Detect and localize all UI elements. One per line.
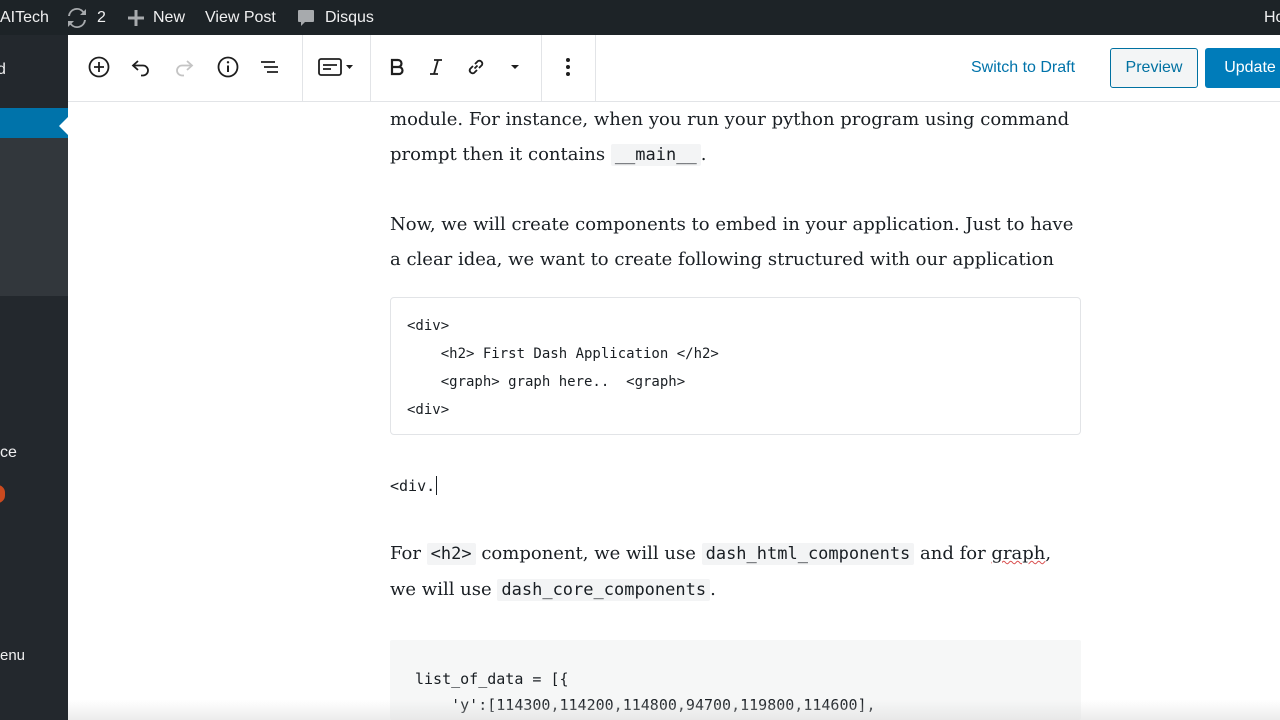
inline-code: dash_html_components xyxy=(701,543,915,565)
new-label: New xyxy=(153,9,186,26)
italic-icon xyxy=(424,55,448,84)
undo-button[interactable] xyxy=(125,53,157,85)
bold-button[interactable] xyxy=(381,53,413,85)
paragraph-text: and for xyxy=(914,543,992,564)
disqus-label: Disqus xyxy=(325,9,374,26)
updates-icon xyxy=(66,7,88,28)
paragraph-line: we will use dash_core_components. xyxy=(390,572,1090,608)
paragraph-line: For <h2> component, we will use dash_htm… xyxy=(390,536,1090,572)
sidebar-item-clipped-top[interactable]: d xyxy=(0,61,6,79)
toolbar-separator xyxy=(595,35,596,101)
toolbar-separator xyxy=(541,35,542,101)
paragraph-block[interactable]: Now, we will create components to embed … xyxy=(390,207,1081,277)
info-icon xyxy=(216,55,240,84)
add-block-button[interactable] xyxy=(83,53,115,85)
active-menu-arrow xyxy=(59,117,68,135)
paragraph-text: we will use xyxy=(390,579,498,600)
sidebar-item-menu[interactable]: enu xyxy=(0,647,25,664)
italic-button[interactable] xyxy=(420,53,452,85)
updates-count: 2 xyxy=(97,9,106,26)
paragraph-text: component, we will use xyxy=(475,543,702,564)
paragraph-text: For xyxy=(390,543,427,564)
admin-bar: AITech 2 New View Post Disqus Ho xyxy=(0,0,1280,35)
link-button[interactable] xyxy=(460,53,492,85)
paragraph-text: . xyxy=(700,144,707,165)
sidebar-submenu xyxy=(0,138,68,296)
paragraph-block[interactable]: For <h2> component, we will use dash_htm… xyxy=(390,536,1090,608)
paragraph-line: module. For instance, when you run your … xyxy=(390,109,1070,130)
inline-code: dash_core_components xyxy=(497,579,711,601)
disqus-link[interactable]: Disqus xyxy=(297,0,374,35)
admin-sidebar: d ce enu xyxy=(0,35,68,720)
add-block-icon xyxy=(87,55,111,84)
updates-link[interactable]: 2 xyxy=(66,0,106,35)
outline-button[interactable] xyxy=(254,53,286,85)
my-account-link[interactable]: Ho xyxy=(1264,0,1280,35)
paragraph-line: a clear idea, we want to create followin… xyxy=(390,249,1054,270)
update-button[interactable]: Update xyxy=(1205,48,1280,88)
typed-text: <div. xyxy=(390,477,436,495)
redo-button[interactable] xyxy=(168,53,200,85)
bold-icon xyxy=(385,55,409,84)
paragraph-block-editing[interactable]: <div. xyxy=(390,476,438,495)
editor-header: Switch to Draft Preview Update xyxy=(68,35,1280,102)
toolbar-separator xyxy=(370,35,371,101)
editor-content: module. For instance, when you run your … xyxy=(390,102,1081,277)
inline-code: __main__ xyxy=(610,144,701,166)
redo-icon xyxy=(172,55,196,84)
misspelled-word[interactable]: graph xyxy=(991,543,1045,564)
paragraph-line: Now, we will create components to embed … xyxy=(390,214,1074,235)
paragraph-text: prompt then it contains xyxy=(390,144,611,165)
comment-icon xyxy=(297,9,315,27)
toolbar-separator xyxy=(302,35,303,101)
undo-icon xyxy=(129,55,153,84)
new-content-link[interactable]: New xyxy=(128,0,185,35)
chevron-down-icon xyxy=(507,59,523,80)
code-block[interactable]: list_of_data = [{ 'y':[114300,114200,114… xyxy=(390,640,1081,720)
block-type-button[interactable] xyxy=(315,53,359,85)
paragraph-block[interactable]: module. For instance, when you run your … xyxy=(390,102,1081,173)
sidebar-item-ce[interactable]: ce xyxy=(0,444,17,462)
paragraph-line: prompt then it contains __main__. xyxy=(390,137,1081,173)
switch-to-draft-button[interactable]: Switch to Draft xyxy=(971,59,1075,77)
link-icon xyxy=(464,55,488,84)
info-button[interactable] xyxy=(212,53,244,85)
view-post-link[interactable]: View Post xyxy=(205,0,276,35)
paragraph-text: , xyxy=(1045,543,1052,564)
preview-button[interactable]: Preview xyxy=(1110,48,1198,88)
code-block[interactable]: <div> <h2> First Dash Application </h2> … xyxy=(390,297,1081,435)
more-formats-button[interactable] xyxy=(499,53,531,85)
notification-badge xyxy=(0,485,5,503)
inline-code: <h2> xyxy=(426,543,476,565)
paragraph-text: . xyxy=(710,579,716,600)
site-name-link[interactable]: AITech xyxy=(0,0,49,35)
more-vertical-icon xyxy=(556,55,580,84)
plus-icon xyxy=(128,9,144,26)
block-type-icon xyxy=(317,55,357,84)
list-view-icon xyxy=(258,55,282,84)
text-caret xyxy=(436,476,438,495)
more-options-button[interactable] xyxy=(552,53,584,85)
